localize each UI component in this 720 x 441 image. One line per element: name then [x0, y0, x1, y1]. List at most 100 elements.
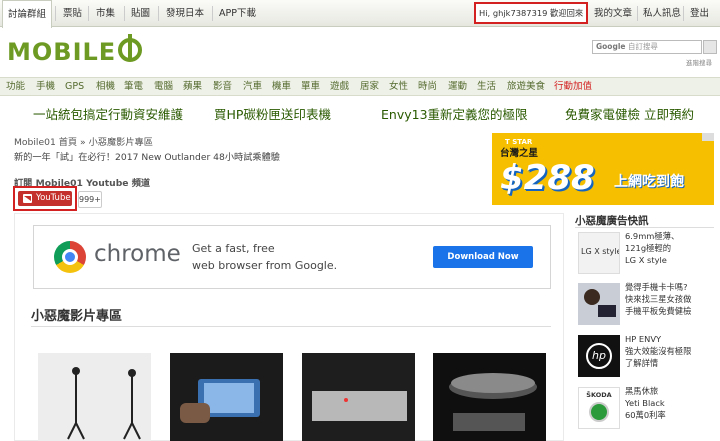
ad-text-line: 121g極輕的	[625, 243, 671, 253]
google-label: Google	[596, 42, 626, 51]
breadcrumb[interactable]: Mobile01 首頁 » 小惡魔影片專區	[14, 134, 153, 148]
video-thumbnail-image	[433, 353, 546, 441]
headline-link[interactable]: 新的一年「試」在必行！2017 New Outlander 48小時試乘體驗	[14, 149, 280, 163]
nav-separator	[88, 6, 89, 21]
category-item[interactable]: 筆電	[124, 78, 143, 96]
ad-text-line: 快來找三星女孩做	[625, 294, 692, 304]
download-now-button[interactable]: Download Now	[433, 246, 533, 268]
tstar-banner-ad[interactable]: T STAR 台灣之星 $288 上網吃到飽	[492, 133, 714, 205]
search-input[interactable]: Google 自訂搜尋	[592, 40, 702, 54]
category-item[interactable]: 生活	[477, 78, 496, 96]
nav-item-tickets[interactable]: 票貼	[63, 0, 82, 27]
promo-link[interactable]: 一站統包搞定行動資安維護	[33, 104, 183, 123]
ad-text-line: 60萬0利率	[625, 410, 666, 420]
video-thumbnail-image	[302, 353, 415, 441]
banner-price: $288	[500, 158, 595, 198]
skoda-wordmark: ŠKODA	[586, 391, 612, 399]
chrome-logo-icon	[54, 241, 86, 273]
sidebar-ad-item[interactable]: 覺得手機卡卡嗎? 快來找三星女孩做 手機平板免費健檢	[578, 281, 718, 329]
sidebar-title: 小惡魔廣告快訊	[575, 215, 649, 227]
nav-item-market[interactable]: 市集	[96, 0, 115, 27]
nav-item-logout[interactable]: 登出	[690, 0, 709, 27]
nav-item-forum[interactable]: 討論群組	[2, 0, 53, 28]
category-item[interactable]: 運動	[448, 78, 467, 96]
category-item[interactable]: 影音	[213, 78, 232, 96]
category-item[interactable]: 居家	[360, 78, 379, 96]
chrome-ad-text: Get a fast, free web browser from Google…	[192, 240, 337, 274]
nav-separator	[55, 6, 56, 21]
user-menu[interactable]: Hi, ghjk7387319 歡迎回來 ▾	[474, 2, 588, 24]
lg-ad-image: LG X style	[578, 232, 620, 274]
sidebar-ad-item[interactable]: ŠKODA 黑馬休旅 Yeti Black 60萬0利率	[578, 385, 718, 433]
video-thumbnail[interactable]	[38, 353, 151, 441]
ad-text-line: 覺得手機卡卡嗎?	[625, 282, 688, 292]
ad-text-line: LG X style	[625, 255, 667, 265]
nav-item-stickers[interactable]: 貼圖	[131, 0, 150, 27]
skoda-logo-icon	[589, 402, 609, 422]
ad-line-1: Get a fast, free	[192, 242, 275, 255]
sidebar-ad-text: 覺得手機卡卡嗎? 快來找三星女孩做 手機平板免費健檢	[625, 281, 691, 317]
sidebar-ad-item[interactable]: LG X style 6.9mm極薄、 121g極輕的 LG X style	[578, 230, 718, 278]
search-button[interactable]	[703, 40, 717, 54]
section-divider	[31, 326, 551, 327]
logo-01-icon	[118, 34, 143, 62]
category-item[interactable]: 機車	[272, 78, 291, 96]
nav-separator	[212, 6, 213, 21]
sidebar-ad-text: HP ENVY 強大效能沒有極限 了解詳情	[625, 333, 691, 369]
banner-tagline: 上網吃到飽	[614, 174, 684, 190]
ad-choice-icon[interactable]	[702, 133, 714, 141]
site-logo[interactable]: MOBILE	[7, 34, 143, 66]
sidebar-ad-item[interactable]: hp HP ENVY 強大效能沒有極限 了解詳情	[578, 333, 718, 381]
sidebar-ad-text: 黑馬休旅 Yeti Black 60萬0利率	[625, 385, 666, 421]
category-item[interactable]: GPS	[65, 78, 84, 96]
youtube-button-label: YouTube	[36, 193, 71, 203]
chrome-ad[interactable]: chrome Get a fast, free web browser from…	[33, 225, 551, 289]
category-item[interactable]: 遊戲	[330, 78, 349, 96]
ad-text-line: 手機平板免費健檢	[625, 306, 692, 316]
ad-text-line: 6.9mm極薄、	[625, 231, 680, 241]
video-thumbnail-image	[170, 353, 283, 441]
banner-subtitle: 台灣之星	[500, 148, 539, 159]
video-thumbnail[interactable]	[170, 353, 283, 441]
nav-separator	[683, 6, 684, 21]
video-thumbnail[interactable]	[302, 353, 415, 441]
ad-text-line: 了解詳情	[625, 358, 659, 368]
nav-separator	[637, 6, 638, 21]
ad-text-line: Yeti Black	[625, 398, 665, 408]
category-item[interactable]: 汽車	[243, 78, 262, 96]
search-placeholder: 自訂搜尋	[627, 42, 658, 51]
nav-item-my-posts[interactable]: 我的文章	[594, 0, 632, 27]
category-item[interactable]: 行動加值	[554, 78, 592, 96]
hp-ad-image: hp	[578, 335, 620, 377]
category-item[interactable]: 手機	[36, 78, 55, 96]
promo-link[interactable]: 買HP碳粉匣送印表機	[214, 104, 331, 123]
nav-item-japan[interactable]: 發現日本	[166, 0, 204, 27]
subscriber-count: 999+	[78, 191, 102, 208]
category-item[interactable]: 女性	[389, 78, 408, 96]
video-thumbnail[interactable]	[433, 353, 546, 441]
category-item[interactable]: 單車	[301, 78, 320, 96]
video-thumbnail-image	[38, 353, 151, 441]
youtube-icon	[23, 194, 32, 203]
category-item[interactable]: 相機	[96, 78, 115, 96]
category-item[interactable]: 功能	[6, 78, 25, 96]
ad-text-line: 強大效能沒有極限	[625, 346, 692, 356]
nav-separator	[158, 6, 159, 21]
ad-line-2: web browser from Google.	[192, 259, 338, 272]
sidebar-ad-text: 6.9mm極薄、 121g極輕的 LG X style	[625, 230, 679, 266]
promo-link[interactable]: 免費家電健檢 立即預約	[565, 104, 694, 123]
lg-ad-label: LG X style	[581, 247, 620, 256]
nav-item-app-download[interactable]: APP下載	[219, 0, 256, 27]
category-bar: 功能 手機 GPS 相機 筆電 電腦 蘋果 影音 汽車 機車 單車 遊戲 居家 …	[0, 77, 720, 96]
video-section-title: 小惡魔影片專區	[31, 309, 123, 324]
top-nav-bar: 討論群組 票貼 市集 貼圖 發現日本 APP下載 Hi, ghjk7387319…	[0, 0, 720, 28]
category-item[interactable]: 旅遊美食	[507, 78, 545, 96]
youtube-subscribe-button[interactable]: YouTube	[18, 191, 72, 206]
advanced-search-link[interactable]: 進階搜尋	[686, 57, 712, 67]
category-item[interactable]: 蘋果	[183, 78, 202, 96]
samsung-ad-image	[578, 283, 620, 325]
nav-item-messages[interactable]: 私人訊息	[643, 0, 681, 27]
promo-link[interactable]: Envy13重新定義您的極限	[381, 104, 528, 123]
category-item[interactable]: 時尚	[418, 78, 437, 96]
category-item[interactable]: 電腦	[154, 78, 173, 96]
